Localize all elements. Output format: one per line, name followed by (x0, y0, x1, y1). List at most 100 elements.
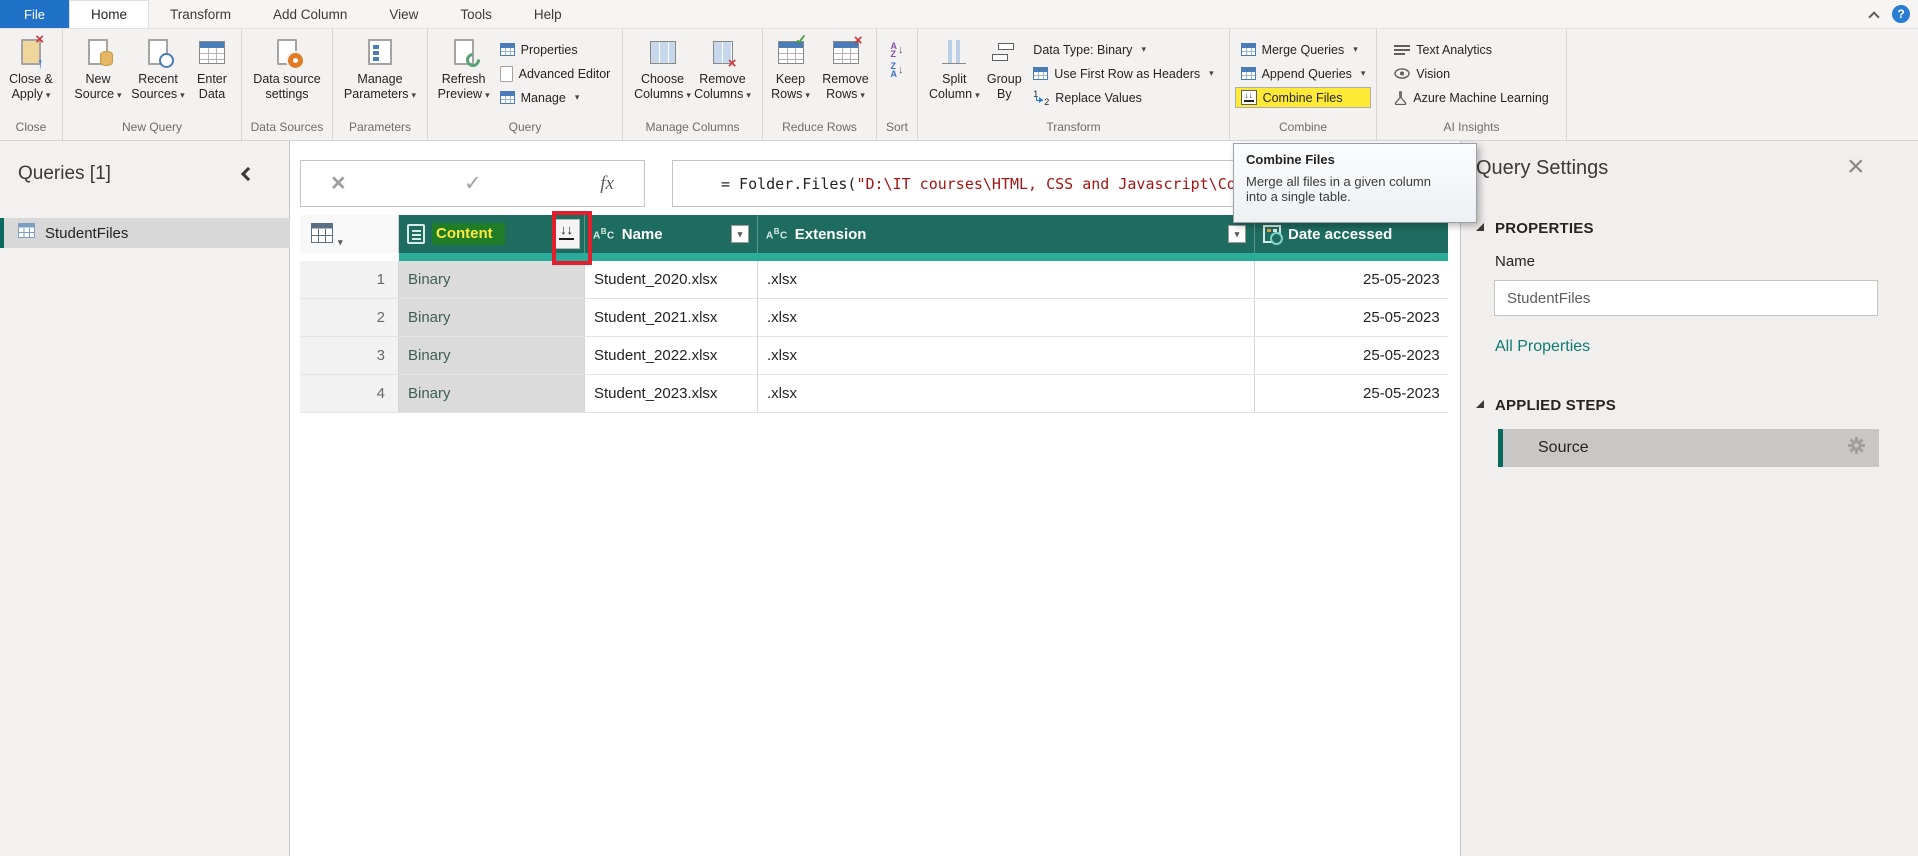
group-by-button[interactable]: Group By (982, 34, 1026, 120)
cell-content[interactable]: Binary (399, 261, 585, 299)
combine-files-button[interactable]: ↓↓ Combine Files (1236, 88, 1371, 107)
row-number: 2 (300, 299, 399, 337)
query-table-icon (18, 223, 35, 243)
dropdown-caret-icon: ▾ (1209, 68, 1214, 79)
cell-name[interactable]: Student_2023.xlsx (585, 375, 758, 413)
formula-code-string: "D:\IT courses\HTML, CSS and Javascript\… (856, 175, 1235, 193)
tab-tools[interactable]: Tools (439, 0, 513, 28)
close-apply-button[interactable]: ×↑ Close & Apply▾ (2, 34, 60, 120)
all-properties-link[interactable]: All Properties (1495, 338, 1590, 356)
formula-fx-icon[interactable]: fx (600, 173, 614, 195)
grid-corner-menu[interactable]: ▾ (300, 215, 399, 253)
help-icon[interactable]: ? (1892, 5, 1910, 23)
tab-home[interactable]: Home (69, 0, 149, 28)
cell-content[interactable]: Binary (399, 337, 585, 375)
cell-date-accessed[interactable]: 25-05-2023 (1255, 375, 1448, 413)
cell-date-accessed[interactable]: 25-05-2023 (1255, 337, 1448, 375)
cell-name[interactable]: Student_2021.xlsx (585, 299, 758, 337)
column-header-date-label: Date accessed (1288, 226, 1392, 243)
close-icon[interactable]: × (1847, 152, 1865, 182)
remove-rows-button[interactable]: × Remove Rows▾ (818, 34, 874, 120)
use-first-row-as-headers-button[interactable]: Use First Row as Headers▾ (1028, 64, 1218, 83)
use-first-row-icon (1033, 67, 1048, 80)
manage-icon (500, 91, 515, 104)
split-column-button[interactable]: Split Column▾ (928, 34, 980, 120)
collapse-ribbon-icon[interactable] (1868, 11, 1879, 22)
filter-dropdown-icon[interactable]: ▾ (1228, 225, 1246, 243)
column-header-extension[interactable]: ABC Extension ▾ (758, 215, 1255, 253)
merge-queries-button[interactable]: Merge Queries▾ (1236, 40, 1371, 59)
cell-extension[interactable]: .xlsx (758, 299, 1255, 337)
query-list-item-studentfiles[interactable]: StudentFiles (0, 218, 290, 248)
tab-transform[interactable]: Transform (149, 0, 252, 28)
sort-ascending-button[interactable]: AZ ↓ (891, 42, 904, 58)
data-type-button[interactable]: Data Type: Binary▾ (1028, 40, 1218, 59)
cell-content[interactable]: Binary (399, 375, 585, 413)
replace-values-button[interactable]: 12 Replace Values (1028, 88, 1218, 107)
filter-dropdown-icon[interactable]: ▾ (731, 225, 749, 243)
dropdown-caret-icon: ▾ (575, 92, 580, 103)
vision-button[interactable]: Vision (1389, 64, 1554, 83)
advanced-editor-button[interactable]: Advanced Editor (495, 64, 616, 83)
text-type-icon: ABC (766, 227, 788, 241)
cell-date-accessed[interactable]: 25-05-2023 (1255, 299, 1448, 337)
remove-columns-button[interactable]: × Remove Columns▾ (694, 34, 752, 120)
dropdown-caret-icon: ▾ (117, 90, 122, 100)
formula-cancel-icon[interactable]: × (331, 171, 346, 196)
dropdown-caret-icon: ▾ (860, 90, 865, 100)
choose-columns-button[interactable]: Choose Columns▾ (634, 34, 692, 120)
formula-bar-buttons: × ✓ fx (300, 160, 645, 207)
cell-extension[interactable]: .xlsx (758, 261, 1255, 299)
collapse-panel-icon[interactable] (241, 167, 255, 181)
cell-extension[interactable]: .xlsx (758, 337, 1255, 375)
data-source-settings-button[interactable]: Data source settings (247, 34, 327, 120)
append-queries-button[interactable]: Append Queries▾ (1236, 64, 1371, 83)
new-source-button[interactable]: New Source▾ (69, 34, 127, 120)
sort-descending-icon: ↓ (898, 66, 904, 74)
table-row[interactable]: 1 Binary Student_2020.xlsx .xlsx 25-05-2… (300, 261, 1448, 299)
gear-icon[interactable] (1848, 437, 1865, 459)
cell-name[interactable]: Student_2022.xlsx (585, 337, 758, 375)
keep-rows-button[interactable]: ✓ Keep Rows▾ (766, 34, 816, 120)
azure-machine-learning-button[interactable]: Azure Machine Learning (1389, 88, 1554, 107)
cell-content[interactable]: Binary (399, 299, 585, 337)
cell-extension[interactable]: .xlsx (758, 375, 1255, 413)
applied-steps-section-header[interactable]: APPLIED STEPS (1495, 397, 1616, 414)
dropdown-caret-icon: ▾ (805, 90, 810, 100)
manage-button[interactable]: Manage▾ (495, 88, 616, 107)
query-item-label: StudentFiles (45, 225, 128, 242)
advanced-editor-icon (500, 66, 513, 82)
tooltip-body: Merge all files in a given column into a… (1246, 174, 1454, 204)
table-row[interactable]: 3 Binary Student_2022.xlsx .xlsx 25-05-2… (300, 337, 1448, 375)
cell-name[interactable]: Student_2020.xlsx (585, 261, 758, 299)
refresh-preview-button[interactable]: Refresh Preview▾ (435, 34, 493, 120)
text-analytics-button[interactable]: Text Analytics (1389, 40, 1554, 59)
group-label-manage-columns: Manage Columns (623, 120, 762, 140)
tab-file[interactable]: File (0, 0, 69, 28)
tab-add-column[interactable]: Add Column (252, 0, 368, 28)
tab-view[interactable]: View (368, 0, 439, 28)
table-menu-icon (311, 223, 333, 247)
manage-parameters-button[interactable]: Manage Parameters▾ (338, 34, 422, 120)
column-header-name[interactable]: ABC Name ▾ (585, 215, 758, 253)
properties-button[interactable]: Properties (495, 40, 616, 59)
cell-date-accessed[interactable]: 25-05-2023 (1255, 261, 1448, 299)
recent-sources-button[interactable]: Recent Sources▾ (129, 34, 187, 120)
table-row[interactable]: 2 Binary Student_2021.xlsx .xlsx 25-05-2… (300, 299, 1448, 337)
formula-commit-icon[interactable]: ✓ (464, 173, 482, 194)
binary-column-icon (407, 224, 425, 244)
query-name-input[interactable]: StudentFiles (1494, 280, 1878, 316)
properties-section-header[interactable]: PROPERTIES (1495, 220, 1594, 237)
ribbon-group-transform: Split Column▾ Group By Data Type: Binary… (918, 29, 1230, 140)
enter-data-icon (199, 34, 225, 70)
collapse-triangle-icon[interactable] (1476, 223, 1484, 231)
tab-help[interactable]: Help (513, 0, 583, 28)
sort-descending-button[interactable]: ZA ↓ (891, 62, 904, 78)
new-source-icon (88, 34, 108, 70)
collapse-triangle-icon[interactable] (1476, 400, 1484, 408)
combine-files-tooltip: Combine Files Merge all files in a given… (1233, 143, 1477, 223)
table-row[interactable]: 4 Binary Student_2023.xlsx .xlsx 25-05-2… (300, 375, 1448, 413)
column-quality-strip (300, 253, 1448, 261)
enter-data-button[interactable]: Enter Data (189, 34, 235, 120)
applied-step-source[interactable]: Source (1498, 429, 1879, 467)
